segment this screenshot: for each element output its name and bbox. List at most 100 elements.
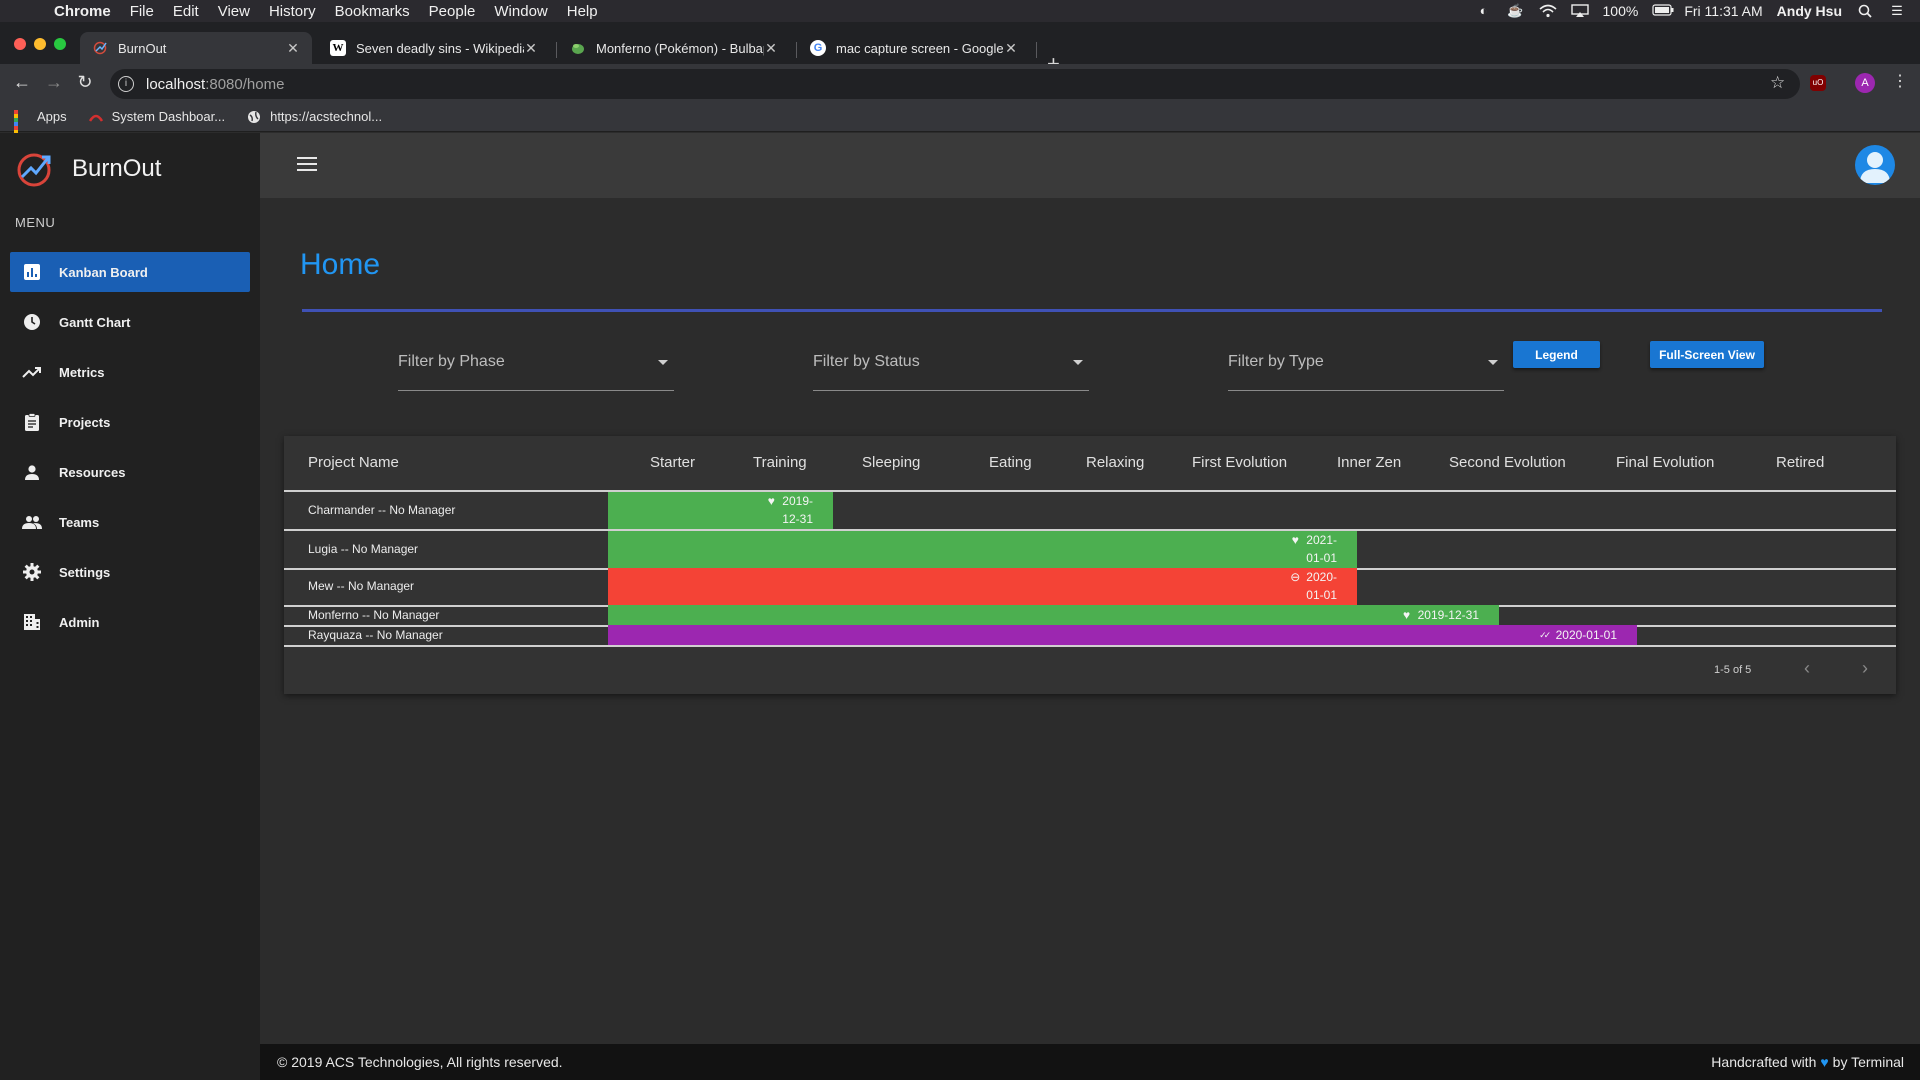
gantt-row[interactable]: Rayquaza -- No Manager ✓✓ 2020-01-01: [284, 625, 1896, 647]
menu-help[interactable]: Help: [567, 3, 598, 20]
building-icon: [22, 612, 42, 632]
zoom-window-button[interactable]: [54, 38, 66, 50]
tab-bulbapedia[interactable]: Monferno (Pokémon) - Bulbap ✕: [558, 32, 790, 64]
gantt-bar[interactable]: ♥ 2021- 01-01: [608, 531, 1357, 568]
project-name[interactable]: Mew -- No Manager: [308, 579, 414, 593]
tab-wikipedia[interactable]: W Seven deadly sins - Wikipedia ✕: [318, 32, 550, 64]
sidebar-item-gantt-chart[interactable]: Gantt Chart: [10, 302, 250, 342]
sidebar-item-resources[interactable]: Resources: [10, 452, 250, 492]
coffee-cup-icon[interactable]: ☕: [1507, 4, 1525, 18]
next-page-icon[interactable]: ›: [1862, 658, 1868, 679]
user-avatar[interactable]: [1855, 145, 1895, 185]
heart-icon: ♥: [1820, 1054, 1829, 1070]
filter-phase-select[interactable]: Filter by Phase: [398, 345, 674, 391]
notification-center-icon[interactable]: ☰: [1888, 4, 1906, 18]
wifi-icon[interactable]: [1538, 4, 1557, 18]
filter-label: Filter by Status: [813, 353, 920, 370]
airplay-icon[interactable]: [1570, 4, 1589, 18]
menu-view[interactable]: View: [218, 3, 250, 20]
bar-date-line: 2019-: [782, 494, 813, 508]
sync-status-icon[interactable]: ◐: [1475, 4, 1493, 18]
spotlight-search-icon[interactable]: [1856, 4, 1874, 18]
legend-button[interactable]: Legend: [1513, 341, 1600, 368]
menu-history[interactable]: History: [269, 3, 316, 20]
tab-title: BurnOut: [118, 40, 167, 56]
bookmark-apps[interactable]: Apps: [14, 109, 67, 146]
tab-close-icon[interactable]: ✕: [764, 40, 778, 57]
sidebar-item-settings[interactable]: Settings: [10, 552, 250, 592]
project-name[interactable]: Lugia -- No Manager: [308, 542, 418, 556]
burnout-favicon-icon: [92, 40, 108, 56]
gantt-bar[interactable]: ⊖ 2020- 01-01: [608, 568, 1357, 605]
bookmark-system-dashboard[interactable]: System Dashboar...: [88, 109, 225, 124]
user-name[interactable]: Andy Hsu: [1777, 3, 1842, 19]
tab-burnout[interactable]: BurnOut ✕: [80, 32, 312, 64]
sidebar-item-projects[interactable]: Projects: [10, 402, 250, 442]
fullscreen-view-button[interactable]: Full-Screen View: [1650, 341, 1764, 368]
profile-avatar[interactable]: A: [1855, 73, 1875, 93]
bookmark-acstechnologies[interactable]: https://acstechnol...: [247, 109, 382, 124]
tab-close-icon[interactable]: ✕: [286, 40, 300, 57]
back-arrow-icon[interactable]: ←: [11, 72, 33, 93]
clipboard-icon: [22, 412, 42, 432]
gantt-row[interactable]: Lugia -- No Manager ♥ 2021- 01-01: [284, 531, 1896, 570]
sidebar-item-admin[interactable]: Admin: [10, 602, 250, 642]
menu-window[interactable]: Window: [494, 3, 547, 20]
sidebar-item-kanban-board[interactable]: Kanban Board: [10, 252, 250, 292]
project-name[interactable]: Monferno -- No Manager: [308, 608, 439, 622]
filter-status-select[interactable]: Filter by Status: [813, 345, 1089, 391]
minimize-window-button[interactable]: [34, 38, 46, 50]
main-content: Home Filter by Phase Filter by Status Fi…: [260, 198, 1920, 1044]
bookmark-label: Apps: [37, 109, 67, 124]
tab-close-icon[interactable]: ✕: [524, 40, 538, 57]
window-controls: [14, 38, 66, 50]
prev-page-icon[interactable]: ‹: [1804, 658, 1810, 679]
clock[interactable]: Fri 11:31 AM: [1684, 3, 1762, 19]
bar-date-line: 01-01: [1306, 588, 1337, 602]
sidebar-item-teams[interactable]: Teams: [10, 502, 250, 542]
column-header-project-name: Project Name: [308, 454, 399, 471]
menu-file[interactable]: File: [130, 3, 154, 20]
ublock-extension-icon[interactable]: uO: [1810, 75, 1826, 91]
gantt-bar[interactable]: ✓✓ 2020-01-01: [608, 625, 1637, 645]
reload-icon[interactable]: ↻: [74, 72, 96, 93]
sidebar-item-metrics[interactable]: Metrics: [10, 352, 250, 392]
menu-chrome[interactable]: Chrome: [54, 3, 111, 20]
forward-arrow-icon[interactable]: →: [43, 72, 65, 93]
menu-people[interactable]: People: [429, 3, 476, 20]
gantt-bar[interactable]: ♥2019-12-31: [608, 605, 1499, 625]
gantt-row[interactable]: Mew -- No Manager ⊖ 2020- 01-01: [284, 568, 1896, 607]
chrome-menu-icon[interactable]: ⋮: [1892, 71, 1908, 91]
filter-label: Filter by Phase: [398, 353, 505, 370]
close-window-button[interactable]: [14, 38, 26, 50]
tab-close-icon[interactable]: ✕: [1004, 40, 1018, 57]
project-name[interactable]: Rayquaza -- No Manager: [308, 628, 443, 642]
address-bar[interactable]: i localhost:8080/home: [110, 69, 1800, 99]
gantt-row[interactable]: Monferno -- No Manager ♥ 2019-12-31: [284, 605, 1896, 627]
filter-label: Filter by Type: [1228, 353, 1324, 370]
battery-icon[interactable]: [1652, 4, 1674, 18]
site-info-icon[interactable]: i: [118, 76, 134, 92]
gear-icon: [22, 562, 42, 582]
bar-date: 2019-12-31: [1418, 606, 1479, 624]
url-host: localhost: [146, 75, 206, 93]
bar-date-line: 2019-12-31: [1417, 608, 1479, 622]
menu-edit[interactable]: Edit: [173, 3, 199, 20]
double-check-icon: ✓✓: [1539, 630, 1551, 640]
bookmark-label: https://acstechnol...: [270, 109, 383, 124]
tab-title: Monferno (Pokémon) - Bulbap: [596, 40, 764, 56]
bookmark-star-icon[interactable]: ☆: [1770, 73, 1785, 93]
gantt-bar[interactable]: ♥2019-12-31: [608, 492, 833, 529]
brand[interactable]: BurnOut: [14, 149, 161, 189]
filter-type-select[interactable]: Filter by Type: [1228, 345, 1504, 391]
by-text[interactable]: by Terminal: [1833, 1054, 1904, 1070]
hamburger-menu-icon[interactable]: [297, 157, 317, 175]
heart-icon: ♥: [1291, 533, 1299, 547]
bulbapedia-favicon-icon: [570, 40, 586, 56]
menu-bookmarks[interactable]: Bookmarks: [335, 3, 410, 20]
bar-date: 2020- 01-01: [1306, 568, 1337, 604]
google-favicon-icon: G: [810, 40, 826, 56]
gantt-row[interactable]: Charmander -- No Manager ♥ 2019- 12-31: [284, 492, 1896, 531]
project-name[interactable]: Charmander -- No Manager: [308, 503, 455, 517]
tab-google-search[interactable]: G mac capture screen - Google S ✕: [798, 32, 1030, 64]
